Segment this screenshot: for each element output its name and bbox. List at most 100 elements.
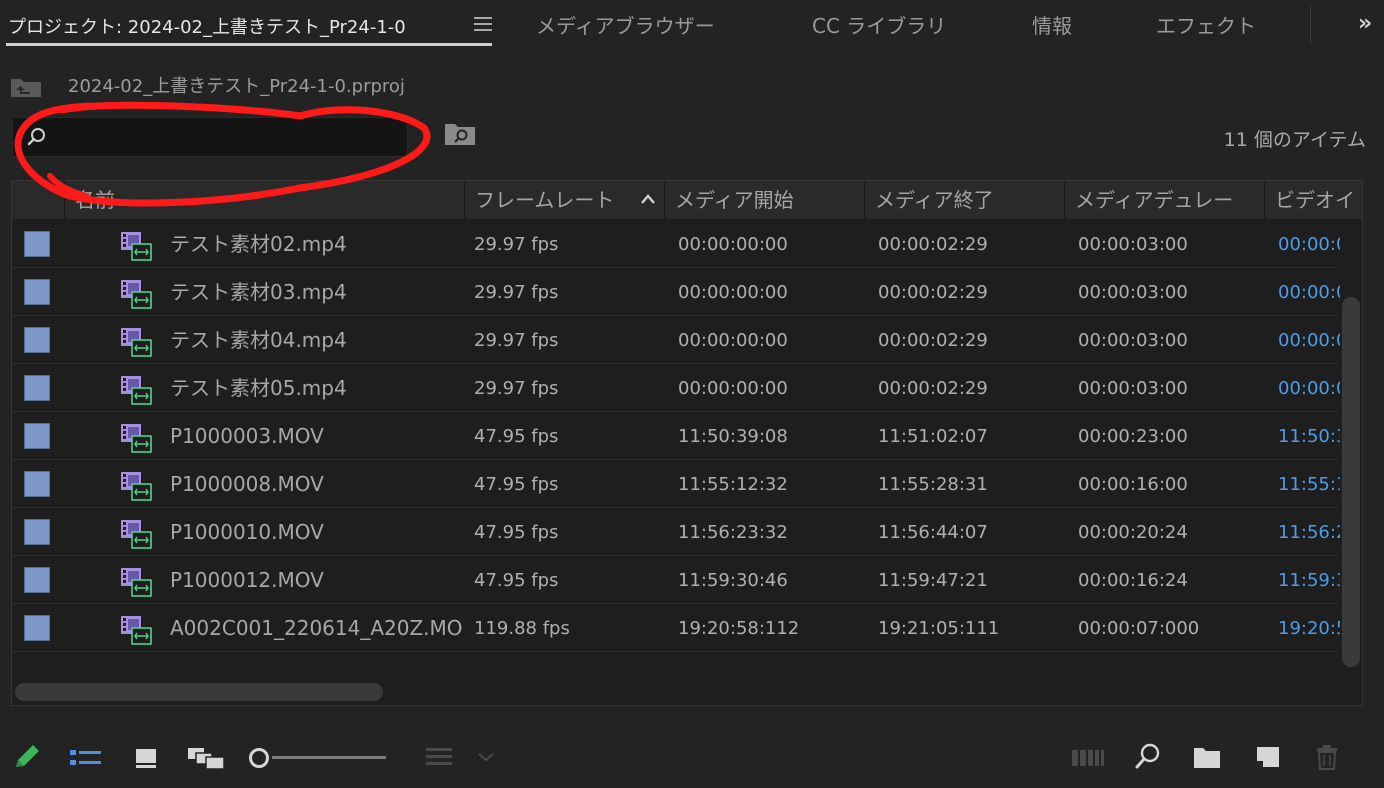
media-duration-cell: 00:00:03:00: [1078, 234, 1188, 255]
new-item-icon[interactable]: [1254, 742, 1282, 772]
media-start-cell: 00:00:00:00: [678, 330, 788, 351]
video-clip-icon: [121, 520, 152, 549]
zoom-slider-knob[interactable]: [249, 748, 269, 768]
video-clip-icon: [121, 424, 152, 453]
media-end-cell: 00:00:02:29: [878, 330, 988, 351]
media-end-cell: 00:00:02:29: [878, 378, 988, 399]
pencil-icon[interactable]: [12, 742, 42, 772]
vertical-scrollbar-thumb[interactable]: [1342, 297, 1360, 667]
clip-name[interactable]: P1000012.MOV: [170, 557, 462, 604]
column-header-frame-rate-label: フレームレート: [475, 188, 615, 212]
column-header-media-duration[interactable]: メディアデュレー: [1064, 181, 1264, 219]
video-in-point-cell[interactable]: 19:20:5: [1278, 605, 1340, 652]
label-color-swatch[interactable]: [24, 471, 50, 497]
automate-to-sequence-icon[interactable]: [1070, 742, 1104, 772]
table-row[interactable]: A002C001_220614_A20Z.MOV 119.88 fps 19:2…: [12, 605, 1340, 652]
table-row[interactable]: テスト素材02.mp4 29.97 fps 00:00:00:00 00:00:…: [12, 221, 1340, 268]
frame-rate-cell: 29.97 fps: [474, 234, 559, 255]
media-end-cell: 11:59:47:21: [878, 570, 988, 591]
media-duration-cell: 00:00:03:00: [1078, 330, 1188, 351]
column-header-frame-rate[interactable]: フレームレート: [464, 181, 664, 219]
media-duration-cell: 00:00:23:00: [1078, 426, 1188, 447]
label-color-swatch[interactable]: [24, 423, 50, 449]
media-end-cell: 11:56:44:07: [878, 522, 988, 543]
media-end-cell: 00:00:02:29: [878, 234, 988, 255]
column-header-label[interactable]: [12, 181, 64, 219]
media-start-cell: 00:00:00:00: [678, 378, 788, 399]
media-start-cell: 00:00:00:00: [678, 282, 788, 303]
clip-name[interactable]: P1000003.MOV: [170, 413, 462, 460]
table-row[interactable]: テスト素材03.mp4 29.97 fps 00:00:00:00 00:00:…: [12, 269, 1340, 316]
label-color-swatch[interactable]: [24, 231, 50, 257]
tab-project[interactable]: プロジェクト: 2024-02_上書きテスト_Pr24-1-0: [8, 13, 406, 39]
column-header-video-in[interactable]: ビデオイ: [1264, 181, 1362, 219]
frame-rate-cell: 119.88 fps: [474, 618, 570, 639]
tab-overflow-icon[interactable]: »: [1358, 11, 1372, 36]
search-input[interactable]: [57, 124, 401, 152]
tab-divider: [1310, 6, 1311, 44]
video-clip-icon: [121, 280, 152, 309]
search-box[interactable]: [12, 117, 408, 157]
parent-bin-icon[interactable]: [10, 76, 42, 98]
table-row[interactable]: テスト素材05.mp4 29.97 fps 00:00:00:00 00:00:…: [12, 365, 1340, 412]
label-color-swatch[interactable]: [24, 279, 50, 305]
frame-rate-cell: 47.95 fps: [474, 474, 559, 495]
list-view-icon[interactable]: [68, 742, 104, 772]
panel-tab-bar: プロジェクト: 2024-02_上書きテスト_Pr24-1-0 メディアブラウザ…: [0, 0, 1384, 48]
table-row[interactable]: P1000008.MOV 47.95 fps 11:55:12:32 11:55…: [12, 461, 1340, 508]
video-in-point-cell[interactable]: 11:50:3: [1278, 413, 1340, 460]
project-path: 2024-02_上書きテスト_Pr24-1-0.prproj: [68, 76, 405, 97]
find-icon[interactable]: [1134, 742, 1162, 772]
tab-media-browser[interactable]: メディアブラウザー: [536, 10, 715, 39]
video-in-point-cell[interactable]: 00:00:0: [1278, 317, 1340, 364]
label-color-swatch[interactable]: [24, 327, 50, 353]
media-start-cell: 11:59:30:46: [678, 570, 788, 591]
video-clip-icon: [121, 232, 152, 261]
tab-cc-libraries[interactable]: CC ライブラリ: [812, 10, 946, 39]
video-in-point-cell[interactable]: 11:59:3: [1278, 557, 1340, 604]
item-count: 11 個のアイテム: [1223, 129, 1366, 151]
freeform-view-icon[interactable]: [186, 742, 226, 772]
clip-name[interactable]: テスト素材04.mp4: [170, 317, 462, 364]
media-duration-cell: 00:00:20:24: [1078, 522, 1188, 543]
video-in-point-cell[interactable]: 00:00:0: [1278, 365, 1340, 412]
table-row[interactable]: P1000010.MOV 47.95 fps 11:56:23:32 11:56…: [12, 509, 1340, 556]
tab-effects[interactable]: エフェクト: [1156, 10, 1256, 39]
trash-icon[interactable]: [1314, 742, 1340, 772]
column-header-media-end[interactable]: メディア終了: [864, 181, 1064, 219]
frame-rate-cell: 29.97 fps: [474, 330, 559, 351]
clip-name[interactable]: テスト素材02.mp4: [170, 221, 462, 268]
table-row[interactable]: P1000012.MOV 47.95 fps 11:59:30:46 11:59…: [12, 557, 1340, 604]
clip-name[interactable]: P1000008.MOV: [170, 461, 462, 508]
label-color-swatch[interactable]: [24, 567, 50, 593]
clip-name[interactable]: A002C001_220614_A20Z.MOV: [170, 605, 462, 652]
column-header-name[interactable]: 名前: [64, 181, 464, 219]
video-clip-icon: [121, 568, 152, 597]
label-color-swatch[interactable]: [24, 519, 50, 545]
find-in-bin-icon[interactable]: [444, 122, 476, 146]
tab-info[interactable]: 情報: [1032, 10, 1072, 39]
clip-name[interactable]: テスト素材05.mp4: [170, 365, 462, 412]
media-duration-cell: 00:00:03:00: [1078, 378, 1188, 399]
frame-rate-cell: 29.97 fps: [474, 378, 559, 399]
panel-menu-icon[interactable]: [474, 17, 492, 31]
clip-name[interactable]: テスト素材03.mp4: [170, 269, 462, 316]
chevron-down-icon[interactable]: [476, 742, 496, 772]
column-header-media-start[interactable]: メディア開始: [664, 181, 864, 219]
video-in-point-cell[interactable]: 00:00:0: [1278, 221, 1340, 268]
video-in-point-cell[interactable]: 11:56:2: [1278, 509, 1340, 556]
label-color-swatch[interactable]: [24, 375, 50, 401]
video-in-point-cell[interactable]: 00:00:0: [1278, 269, 1340, 316]
label-color-swatch[interactable]: [24, 615, 50, 641]
zoom-slider-track[interactable]: [272, 756, 386, 759]
table-row[interactable]: P1000003.MOV 47.95 fps 11:50:39:08 11:51…: [12, 413, 1340, 460]
table-row[interactable]: テスト素材04.mp4 29.97 fps 00:00:00:00 00:00:…: [12, 317, 1340, 364]
frame-rate-cell: 47.95 fps: [474, 426, 559, 447]
horizontal-scrollbar-thumb[interactable]: [15, 683, 383, 701]
media-end-cell: 11:51:02:07: [878, 426, 988, 447]
new-bin-icon[interactable]: [1192, 742, 1222, 772]
icon-view-icon[interactable]: [134, 742, 160, 772]
clip-name[interactable]: P1000010.MOV: [170, 509, 462, 556]
sort-icons-icon[interactable]: [424, 742, 454, 772]
video-in-point-cell[interactable]: 11:55:1: [1278, 461, 1340, 508]
